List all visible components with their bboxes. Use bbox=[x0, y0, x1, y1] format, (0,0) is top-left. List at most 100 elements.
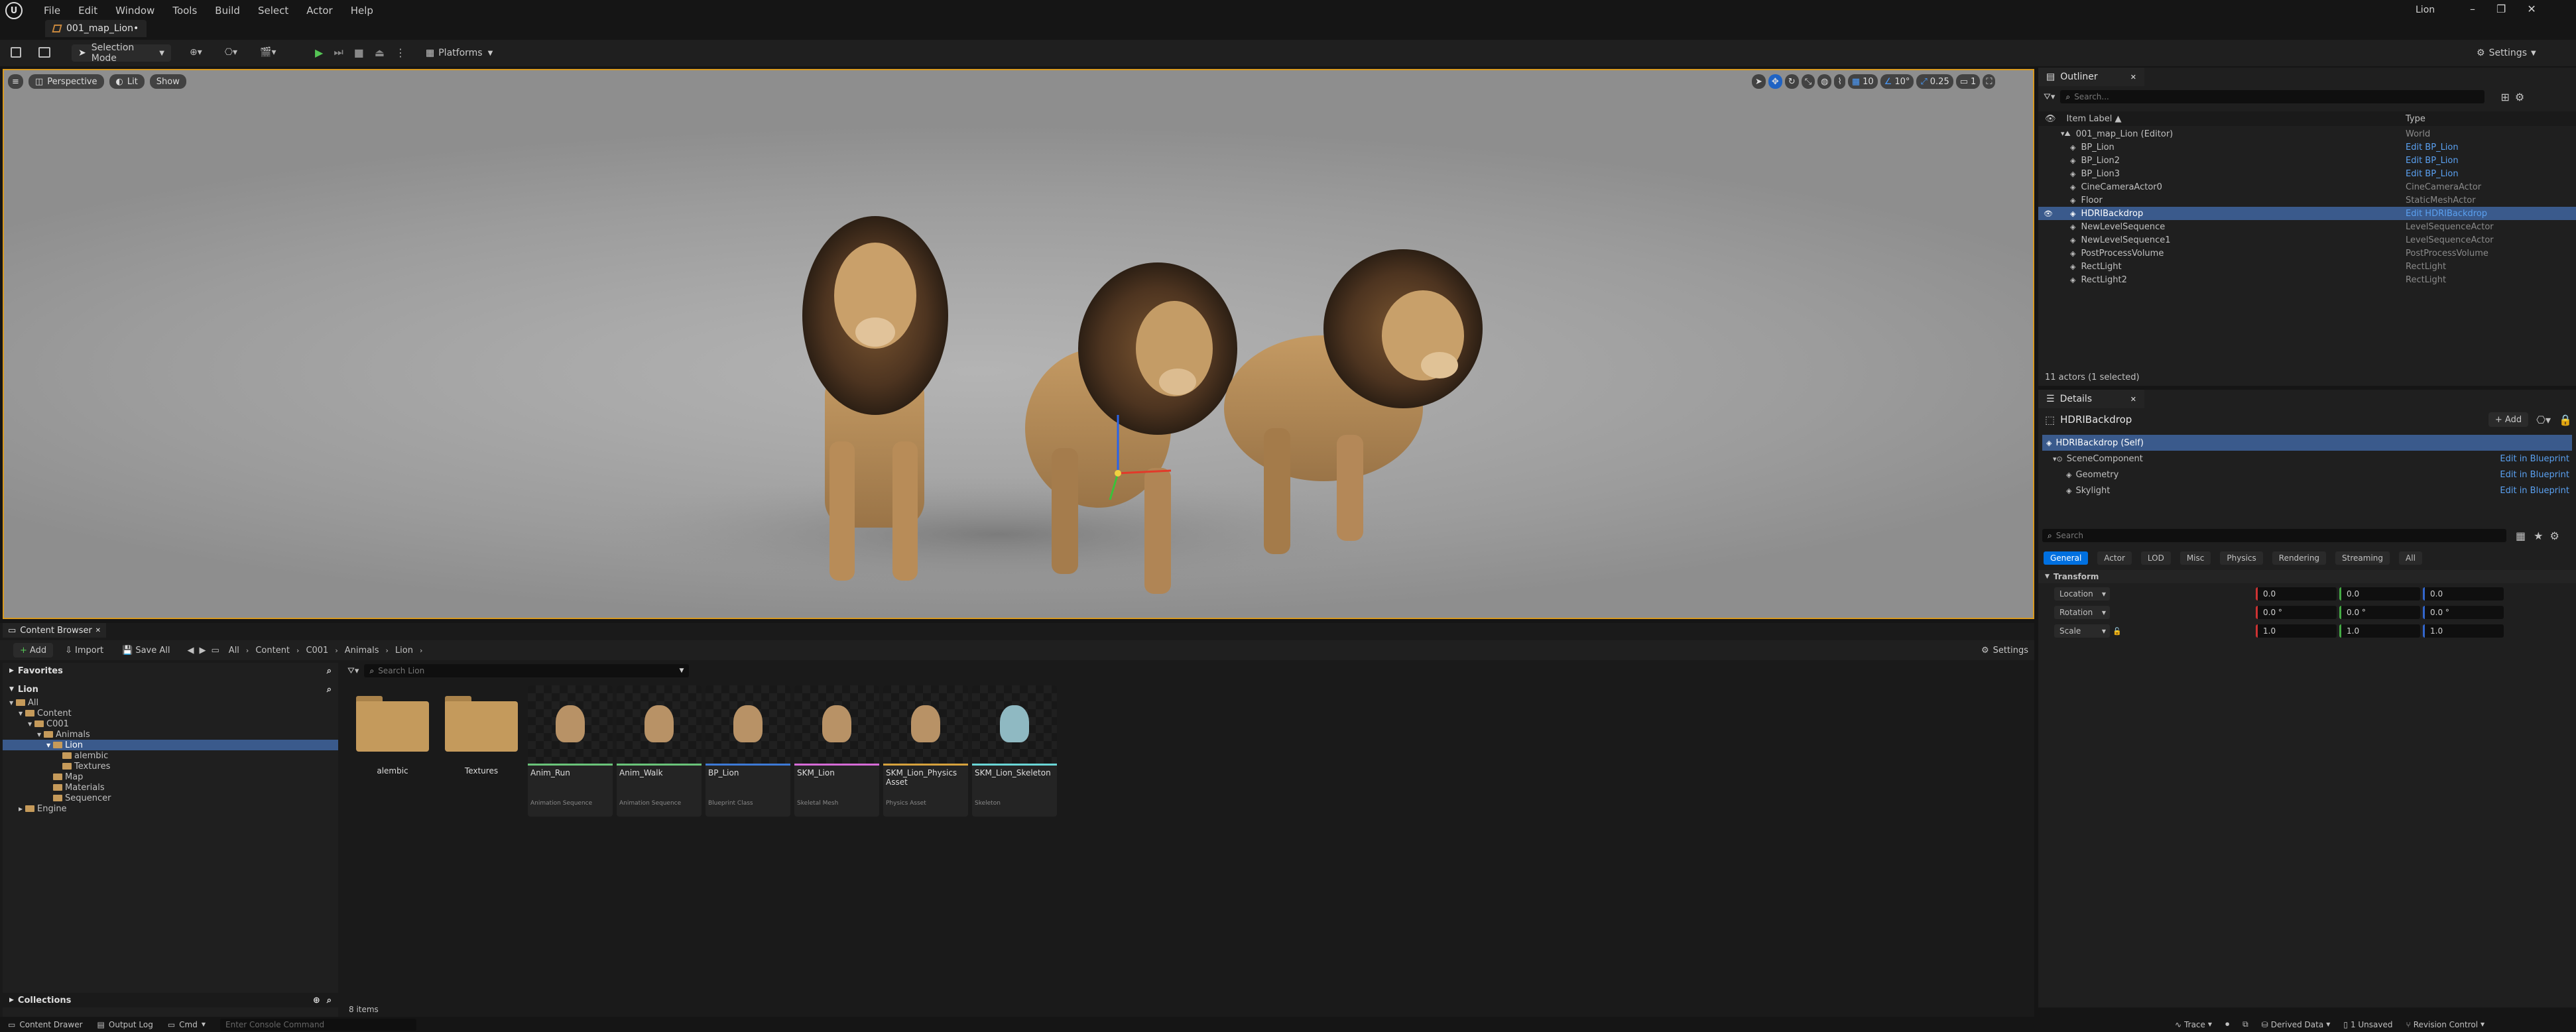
filter-tab-actor[interactable]: Actor bbox=[2097, 551, 2132, 565]
outliner-tab[interactable]: ▤ Outliner ✕ bbox=[2038, 68, 2144, 86]
outliner-row-type[interactable]: Edit BP_Lion bbox=[2406, 169, 2459, 179]
camera-record-icon[interactable]: ⏺ bbox=[2225, 1019, 2229, 1029]
outliner-row[interactable]: 👁 ◈ BP_Lion3 Edit BP_Lion bbox=[2038, 167, 2576, 180]
visibility-icon[interactable]: 👁 bbox=[2038, 196, 2058, 205]
map-tab[interactable]: 001_map_Lion• bbox=[45, 20, 147, 37]
tree-folder[interactable]: ▶ Engine bbox=[3, 803, 338, 814]
details-tab[interactable]: ☰ Details ✕ bbox=[2038, 390, 2144, 408]
add-actor-icon[interactable]: ⊕▾ bbox=[190, 47, 202, 58]
level-viewport[interactable]: ≡ ◫ Perspective ◐ Lit Show ➤ ✥ ↻ ⤡ ◍ ⌇ ▦ 10… bbox=[3, 69, 2034, 619]
tree-folder[interactable]: ▼ Content bbox=[3, 708, 338, 718]
asset-tile[interactable]: Anim_Walk Animation Sequence bbox=[617, 685, 702, 817]
location-x-field[interactable]: 0.0 bbox=[2256, 587, 2337, 601]
tree-folder[interactable]: Materials bbox=[3, 782, 338, 793]
location-y-field[interactable]: 0.0 bbox=[2339, 587, 2420, 601]
visibility-icon[interactable]: 👁 bbox=[2038, 170, 2058, 178]
outliner-row[interactable]: 👁 ◈ RectLight2 RectLight bbox=[2038, 273, 2576, 286]
grid-view-icon[interactable]: ▦ bbox=[2516, 530, 2526, 542]
asset-tile[interactable]: BP_Lion Blueprint Class bbox=[705, 685, 790, 817]
skip-icon[interactable]: ⏭ bbox=[334, 46, 343, 59]
edit-in-blueprint-link[interactable]: Edit in Blueprint bbox=[2500, 486, 2569, 496]
menu-window[interactable]: Window bbox=[115, 5, 154, 17]
settings-button[interactable]: ⚙ Settings ▼ bbox=[2470, 44, 2543, 62]
stop-icon[interactable]: ■ bbox=[354, 46, 364, 59]
import-button[interactable]: ⇩ Import bbox=[58, 643, 110, 658]
unreal-logo-icon[interactable]: U bbox=[5, 2, 23, 19]
breadcrumb-item[interactable]: Content bbox=[255, 646, 290, 656]
search-icon[interactable]: ⌕ bbox=[327, 996, 332, 1005]
eject-icon[interactable]: ⏏ bbox=[375, 46, 385, 59]
content-browser-tab[interactable]: ▭ Content Browser ✕ bbox=[3, 623, 106, 638]
visibility-icon[interactable]: 👁 bbox=[2038, 223, 2058, 231]
tree-folder[interactable]: Textures bbox=[3, 761, 338, 772]
asset-tile[interactable]: SKM_Lion_Skeleton Skeleton bbox=[972, 685, 1057, 817]
component-row[interactable]: ▾⊙ SceneComponent Edit in Blueprint bbox=[2042, 451, 2572, 467]
breadcrumb-item[interactable]: Animals bbox=[345, 646, 379, 656]
content-drawer-button[interactable]: ▭ Content Drawer bbox=[8, 1020, 83, 1029]
breadcrumb-item[interactable]: Lion bbox=[395, 646, 413, 656]
favorites-header[interactable]: ▶ Favorites ⌕ bbox=[3, 663, 338, 679]
save-all-button[interactable]: 💾 Save All bbox=[115, 643, 176, 658]
forward-icon[interactable]: ▶ bbox=[200, 646, 206, 656]
outliner-row[interactable]: 👁 ◈ NewLevelSequence LevelSequenceActor bbox=[2038, 220, 2576, 233]
unsaved-button[interactable]: ▯ 1 Unsaved bbox=[2343, 1020, 2392, 1029]
menu-select[interactable]: Select bbox=[258, 5, 288, 17]
settings-icon[interactable]: ⚙ bbox=[2515, 91, 2524, 103]
chevron-right-icon[interactable]: › bbox=[386, 646, 389, 655]
visibility-icon[interactable]: 👁 bbox=[2038, 236, 2058, 245]
menu-help[interactable]: Help bbox=[351, 5, 373, 17]
outliner-row-type[interactable]: Edit BP_Lion bbox=[2406, 143, 2459, 152]
lion-section-header[interactable]: ▼ Lion ⌕ bbox=[3, 681, 338, 697]
visibility-icon[interactable]: 👁 bbox=[2038, 156, 2058, 165]
collections-header[interactable]: ▶ Collections ⊕ ⌕ bbox=[3, 993, 338, 1007]
breadcrumb-item[interactable]: C001 bbox=[306, 646, 328, 656]
filter-tab-misc[interactable]: Misc bbox=[2179, 551, 2211, 565]
search-icon[interactable]: ⌕ bbox=[327, 666, 332, 676]
lock-icon[interactable]: 🔓 bbox=[2113, 627, 2122, 636]
save-icon[interactable] bbox=[11, 47, 21, 58]
output-log-button[interactable]: ▤ Output Log bbox=[97, 1020, 153, 1029]
console-input[interactable]: Enter Console Command bbox=[220, 1018, 417, 1031]
close-icon[interactable]: ✕ bbox=[2130, 395, 2136, 404]
rotation-y-field[interactable]: 0.0 ° bbox=[2339, 606, 2420, 619]
visibility-icon[interactable]: 👁 bbox=[2045, 114, 2056, 124]
cb-settings-button[interactable]: ⚙ Settings bbox=[1975, 643, 2035, 658]
minimize-icon[interactable]: – bbox=[2470, 3, 2475, 15]
menu-tools[interactable]: Tools bbox=[172, 5, 197, 17]
outliner-row[interactable]: 👁 ◈ HDRIBackdrop Edit HDRIBackdrop bbox=[2038, 207, 2576, 220]
outliner-row[interactable]: 👁 ◈ BP_Lion2 Edit BP_Lion bbox=[2038, 154, 2576, 167]
outliner-row[interactable]: 👁 ◈ RectLight RectLight bbox=[2038, 260, 2576, 273]
filter-tab-general[interactable]: General bbox=[2044, 551, 2089, 565]
cmd-dropdown[interactable]: ▭ Cmd ▼ bbox=[168, 1020, 206, 1029]
chevron-right-icon[interactable]: › bbox=[296, 646, 299, 655]
selection-mode-dropdown[interactable]: ➤ Selection Mode ▼ bbox=[72, 42, 171, 64]
location-dropdown[interactable]: Location ▼ bbox=[2054, 587, 2110, 601]
tree-folder[interactable]: alembic bbox=[3, 750, 338, 761]
menu-build[interactable]: Build bbox=[215, 5, 240, 17]
edit-in-blueprint-link[interactable]: Edit in Blueprint bbox=[2500, 454, 2569, 464]
visibility-icon[interactable]: 👁 bbox=[2038, 209, 2058, 218]
add-button[interactable]: + Add bbox=[13, 643, 54, 658]
close-icon[interactable]: ✕ bbox=[2527, 3, 2536, 15]
asset-tile[interactable]: SKM_Lion Skeletal Mesh bbox=[794, 685, 879, 817]
outliner-row-type[interactable]: Edit HDRIBackdrop bbox=[2406, 209, 2487, 219]
visibility-icon[interactable]: 👁 bbox=[2038, 130, 2058, 139]
trace-button[interactable]: ∿ Trace ▼ bbox=[2175, 1020, 2212, 1029]
outliner-row[interactable]: 👁 ◈ Floor StaticMeshActor bbox=[2038, 194, 2576, 207]
add-collection-icon[interactable]: ⊕ bbox=[313, 996, 320, 1005]
screenshot-icon[interactable]: ⧉ bbox=[2242, 1019, 2248, 1029]
close-icon[interactable]: ✕ bbox=[2130, 73, 2136, 82]
tree-folder[interactable]: ▼ C001 bbox=[3, 718, 338, 729]
derived-data-button[interactable]: ⛁ Derived Data ▼ bbox=[2262, 1020, 2331, 1029]
tree-folder[interactable]: ▼ Animals bbox=[3, 729, 338, 740]
add-folder-icon[interactable]: ⊞ bbox=[2500, 91, 2509, 103]
asset-tile[interactable]: SKM_Lion_Physics Asset Physics Asset bbox=[883, 685, 968, 817]
back-icon[interactable]: ◀ bbox=[188, 646, 194, 656]
tree-folder[interactable]: Map bbox=[3, 772, 338, 782]
transform-section-header[interactable]: ▼ Transform bbox=[2038, 570, 2576, 583]
outliner-row[interactable]: 👁 ◈ NewLevelSequence1 LevelSequenceActor bbox=[2038, 233, 2576, 247]
rotation-x-field[interactable]: 0.0 ° bbox=[2256, 606, 2337, 619]
edit-in-blueprint-link[interactable]: Edit in Blueprint bbox=[2500, 470, 2569, 480]
more-options-icon[interactable]: ⋮ bbox=[395, 46, 406, 59]
scale-dropdown[interactable]: Scale ▼ bbox=[2054, 624, 2110, 638]
